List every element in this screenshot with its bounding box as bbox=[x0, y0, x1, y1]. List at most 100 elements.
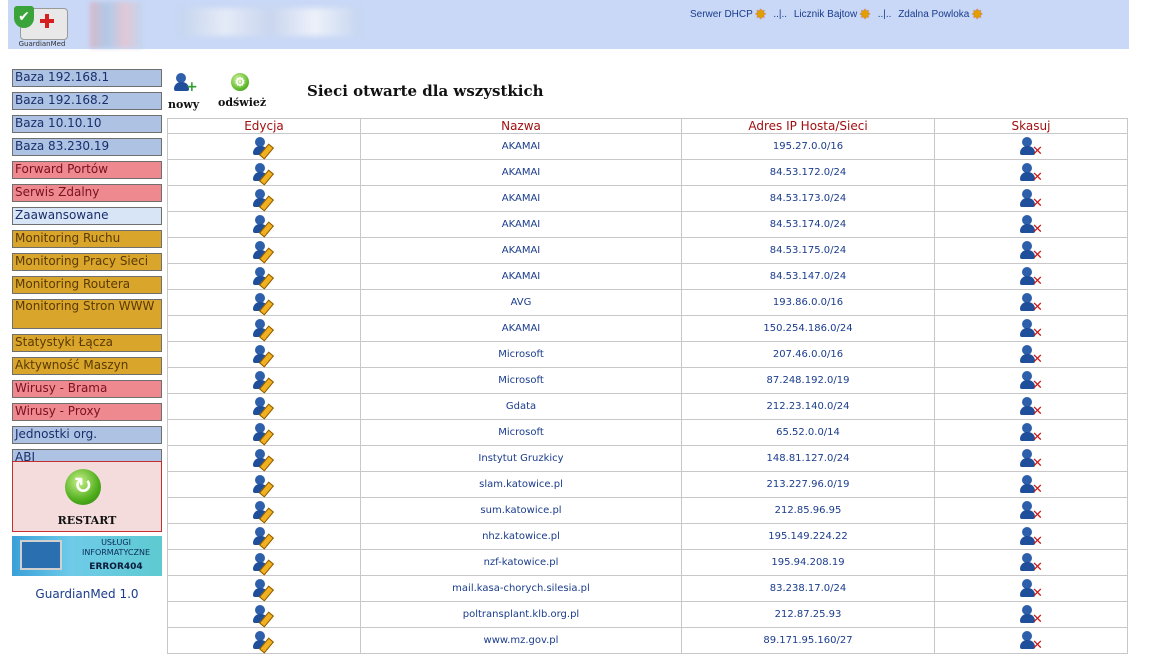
edit-user-icon[interactable] bbox=[253, 370, 275, 393]
edit-user-icon[interactable] bbox=[253, 422, 275, 445]
delete-user-icon[interactable]: ✕ bbox=[1020, 396, 1043, 418]
delete-user-icon[interactable]: ✕ bbox=[1020, 188, 1043, 210]
edit-user-icon[interactable] bbox=[253, 240, 275, 263]
delete-user-icon[interactable]: ✕ bbox=[1020, 370, 1043, 392]
edit-user-icon[interactable] bbox=[253, 474, 275, 497]
edit-cell bbox=[167, 237, 361, 264]
sidebar-item[interactable]: Baza 192.168.2 bbox=[12, 92, 162, 110]
network-name: AKAMAI bbox=[360, 185, 682, 212]
sidebar-item[interactable]: Baza 83.230.19 bbox=[12, 138, 162, 156]
network-ip: 84.53.174.0/24 bbox=[681, 211, 935, 238]
edit-user-icon[interactable] bbox=[253, 526, 275, 549]
monitor-icon bbox=[20, 540, 62, 570]
sidebar-item[interactable]: Serwis Zdalny bbox=[12, 184, 162, 202]
refresh-icon: ⚙ bbox=[230, 72, 252, 94]
edit-user-icon[interactable] bbox=[253, 578, 275, 601]
delete-user-icon[interactable]: ✕ bbox=[1020, 240, 1043, 262]
table-row: Instytut Gruzkicy 148.81.127.0/24 ✕ bbox=[167, 445, 1128, 472]
link-byte-counter[interactable]: Licznik Bajtow bbox=[794, 9, 857, 20]
edit-user-icon[interactable] bbox=[253, 292, 275, 315]
edit-user-icon[interactable] bbox=[253, 448, 275, 471]
delete-user-icon[interactable]: ✕ bbox=[1020, 500, 1043, 522]
delete-cell: ✕ bbox=[934, 393, 1128, 420]
edit-cell bbox=[167, 471, 361, 498]
delete-cell: ✕ bbox=[934, 159, 1128, 186]
network-ip: 148.81.127.0/24 bbox=[681, 445, 935, 472]
delete-cell: ✕ bbox=[934, 627, 1128, 654]
edit-user-icon[interactable] bbox=[253, 604, 275, 627]
sidebar-item[interactable]: Aktywność Maszyn bbox=[12, 357, 162, 375]
delete-user-icon[interactable]: ✕ bbox=[1020, 630, 1043, 652]
new-button[interactable]: + nowy bbox=[168, 72, 199, 112]
link-remote-shell[interactable]: Zdalna Powloka bbox=[898, 9, 969, 20]
table-row: nzf-katowice.pl 195.94.208.19 ✕ bbox=[167, 549, 1128, 576]
delete-user-icon[interactable]: ✕ bbox=[1020, 578, 1043, 600]
delete-user-icon[interactable]: ✕ bbox=[1020, 318, 1043, 340]
sidebar-item[interactable]: Monitoring Pracy Sieci bbox=[12, 253, 162, 271]
sidebar-item[interactable]: Statystyki Łącza bbox=[12, 334, 162, 352]
delete-user-icon[interactable]: ✕ bbox=[1020, 474, 1043, 496]
delete-user-icon[interactable]: ✕ bbox=[1020, 552, 1043, 574]
delete-cell: ✕ bbox=[934, 497, 1128, 524]
sidebar-item[interactable]: Jednostki org. bbox=[12, 426, 162, 444]
edit-user-icon[interactable] bbox=[253, 552, 275, 575]
delete-user-icon[interactable]: ✕ bbox=[1020, 448, 1043, 470]
edit-user-icon[interactable] bbox=[253, 188, 275, 211]
edit-user-icon[interactable] bbox=[253, 266, 275, 289]
edit-user-icon[interactable] bbox=[253, 500, 275, 523]
edit-cell bbox=[167, 419, 361, 446]
table-row: AKAMAI 150.254.186.0/24 ✕ bbox=[167, 315, 1128, 342]
delete-user-icon[interactable]: ✕ bbox=[1020, 162, 1043, 184]
network-ip: 193.86.0.0/16 bbox=[681, 289, 935, 316]
sidebar-item[interactable]: Baza 10.10.10 bbox=[12, 115, 162, 133]
network-ip: 212.23.140.0/24 bbox=[681, 393, 935, 420]
delete-cell: ✕ bbox=[934, 133, 1128, 160]
delete-user-icon[interactable]: ✕ bbox=[1020, 604, 1043, 626]
edit-cell bbox=[167, 159, 361, 186]
edit-cell bbox=[167, 211, 361, 238]
delete-cell: ✕ bbox=[934, 341, 1128, 368]
column-header-delete: Skasuj bbox=[934, 118, 1128, 134]
sidebar-item[interactable]: Wirusy - Brama bbox=[12, 380, 162, 398]
table-row: AKAMAI 84.53.173.0/24 ✕ bbox=[167, 185, 1128, 212]
delete-user-icon[interactable]: ✕ bbox=[1020, 266, 1043, 288]
edit-user-icon[interactable] bbox=[253, 162, 275, 185]
network-ip: 84.53.175.0/24 bbox=[681, 237, 935, 264]
edit-user-icon[interactable] bbox=[253, 136, 275, 159]
refresh-button[interactable]: ⚙ odśwież bbox=[218, 72, 266, 112]
edit-cell bbox=[167, 367, 361, 394]
sidebar-item[interactable]: Zaawansowane bbox=[12, 207, 162, 225]
sidebar-item[interactable]: Baza 192.168.1 bbox=[12, 69, 162, 87]
delete-user-icon[interactable]: ✕ bbox=[1020, 136, 1043, 158]
sidebar-item[interactable]: Monitoring Routera bbox=[12, 276, 162, 294]
sidebar-item[interactable]: Wirusy - Proxy bbox=[12, 403, 162, 421]
edit-user-icon[interactable] bbox=[253, 630, 275, 653]
table-row: AVG 193.86.0.0/16 ✕ bbox=[167, 289, 1128, 316]
restart-button[interactable]: RESTART bbox=[12, 461, 162, 532]
delete-cell: ✕ bbox=[934, 263, 1128, 290]
table-row: sum.katowice.pl 212.85.96.95 ✕ bbox=[167, 497, 1128, 524]
delete-user-icon[interactable]: ✕ bbox=[1020, 344, 1043, 366]
edit-cell bbox=[167, 315, 361, 342]
network-name: AKAMAI bbox=[360, 237, 682, 264]
edit-user-icon[interactable] bbox=[253, 396, 275, 419]
sidebar-item[interactable]: Monitoring Ruchu bbox=[12, 230, 162, 248]
error404-banner[interactable]: USŁUGI INFORMATYCZNE ERROR404 bbox=[12, 536, 162, 576]
sidebar-item[interactable]: Forward Portów bbox=[12, 161, 162, 179]
delete-cell: ✕ bbox=[934, 549, 1128, 576]
delete-user-icon[interactable]: ✕ bbox=[1020, 292, 1043, 314]
delete-cell: ✕ bbox=[934, 445, 1128, 472]
delete-user-icon[interactable]: ✕ bbox=[1020, 526, 1043, 548]
network-ip: 195.27.0.0/16 bbox=[681, 133, 935, 160]
edit-user-icon[interactable] bbox=[253, 344, 275, 367]
edit-user-icon[interactable] bbox=[253, 214, 275, 237]
edit-user-icon[interactable] bbox=[253, 318, 275, 341]
logo-caption: GuardianMed bbox=[18, 40, 66, 48]
table-row: www.mz.gov.pl 89.171.95.160/27 ✕ bbox=[167, 627, 1128, 654]
sidebar-item[interactable]: Monitoring Stron WWW bbox=[12, 299, 162, 329]
guardianmed-logo: ✔ GuardianMed bbox=[10, 2, 70, 48]
link-dhcp-server[interactable]: Serwer DHCP bbox=[690, 9, 753, 20]
delete-user-icon[interactable]: ✕ bbox=[1020, 422, 1043, 444]
delete-user-icon[interactable]: ✕ bbox=[1020, 214, 1043, 236]
network-name: www.mz.gov.pl bbox=[360, 627, 682, 654]
